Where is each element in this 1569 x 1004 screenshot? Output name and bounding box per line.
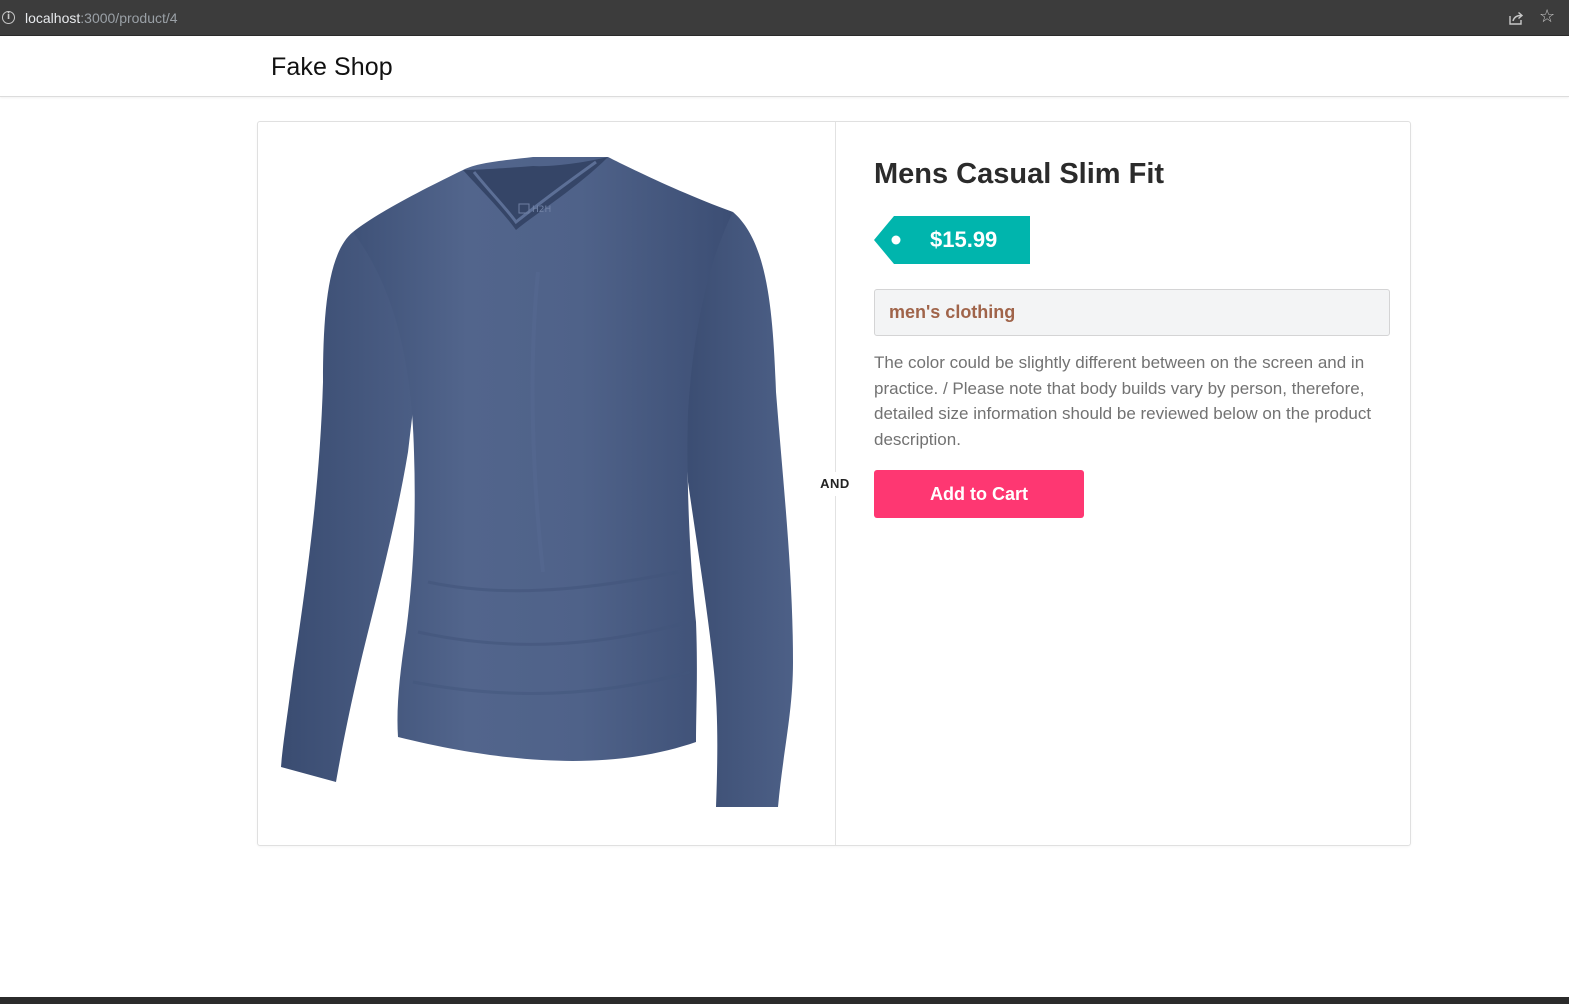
site-header: Fake Shop bbox=[0, 37, 1569, 97]
price-tag: $15.99 bbox=[874, 216, 1030, 264]
product-card: H2H AND Mens Casual Slim Fit $15.99 men'… bbox=[257, 121, 1411, 846]
divider-label: AND bbox=[815, 472, 855, 496]
url-path: :3000/product/4 bbox=[80, 10, 178, 26]
product-title: Mens Casual Slim Fit bbox=[874, 158, 1165, 190]
shirt-image: H2H bbox=[281, 157, 793, 807]
bookmark-star-icon[interactable]: ☆ bbox=[1539, 8, 1555, 26]
address-url[interactable]: localhost:3000/product/4 bbox=[25, 10, 178, 26]
brand-title[interactable]: Fake Shop bbox=[271, 53, 393, 82]
add-to-cart-button[interactable]: Add to Cart bbox=[874, 470, 1084, 518]
url-host: localhost bbox=[25, 10, 81, 26]
category-text: men's clothing bbox=[889, 302, 1016, 322]
product-image: H2H bbox=[258, 122, 835, 845]
site-info-icon[interactable]: i bbox=[2, 11, 15, 24]
product-details: Mens Casual Slim Fit $15.99 men's clothi… bbox=[874, 122, 1394, 845]
price-value: $15.99 bbox=[930, 227, 998, 252]
browser-address-bar: i localhost:3000/product/4 ☆ bbox=[0, 0, 1569, 36]
share-icon[interactable] bbox=[1508, 10, 1524, 26]
product-description: The color could be slightly different be… bbox=[874, 353, 1372, 450]
category-label: men's clothing bbox=[874, 289, 1390, 336]
shirt-logo-text: H2H bbox=[532, 205, 551, 215]
taskbar-edge bbox=[0, 997, 1569, 1004]
